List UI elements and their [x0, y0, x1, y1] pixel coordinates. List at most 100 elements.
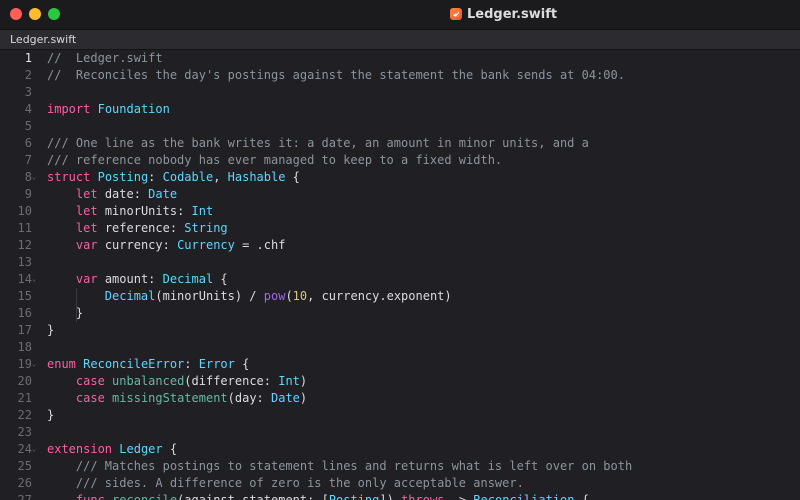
line-number: 20 [17, 374, 32, 388]
line-number: 2 [24, 68, 32, 82]
code-token: : [184, 357, 199, 371]
code-line: let minorUnits: Int [47, 203, 213, 220]
line-number: 3 [24, 85, 32, 99]
code-token: = .chf [234, 238, 286, 252]
minimize-button[interactable] [29, 8, 41, 20]
code-token: ( [285, 289, 293, 303]
code-token: { [234, 357, 250, 371]
fold-chevron-icon[interactable]: ⌄ [32, 271, 38, 288]
line-number: 25 [17, 459, 32, 473]
code-token: , [213, 170, 228, 184]
code-token: Posting [328, 493, 380, 500]
code-line: let date: Date [47, 186, 177, 203]
code-token: ]) [379, 493, 402, 500]
tab-ledger-swift[interactable]: Ledger.swift [0, 30, 86, 49]
line-number: 23 [17, 425, 32, 439]
code-token: : [148, 170, 163, 184]
code-line: /// Matches postings to statement lines … [47, 458, 632, 475]
line-number: 8 [24, 170, 32, 184]
line-number: 6 [24, 136, 32, 150]
code-token: } [47, 408, 55, 422]
code-line: case unbalanced(difference: Int) [47, 373, 307, 390]
code-token: enum [47, 357, 76, 371]
code-token: Int [278, 374, 300, 388]
code-token: // Reconciles the day's postings against… [47, 68, 625, 82]
code-token: ) [299, 374, 308, 388]
code-token: Codable [162, 170, 214, 184]
code-token: let [75, 187, 98, 201]
code-token: struct [47, 170, 91, 184]
source-editor[interactable]: 1 2 3 4 5 6 7 8 ⌄ 9 10 11 12 13 14 ⌄ 15 16 17 18 19 ⌄ 20 21 22 23… [0, 50, 800, 500]
line-number: 19 [17, 357, 32, 371]
swift-file-icon [450, 8, 462, 20]
code-token: } [47, 306, 84, 320]
code-token: // Ledger.swift [47, 51, 163, 65]
code-area[interactable]: // Ledger.swift // Reconciles the day's p… [47, 50, 800, 500]
code-token: , currency.exponent) [307, 289, 452, 303]
fold-chevron-icon[interactable]: ⌄ [32, 356, 38, 373]
code-line: // Reconciles the day's postings against… [47, 67, 625, 84]
line-number: 9 [24, 187, 32, 201]
code-token: case [75, 374, 105, 388]
code-token: missingStatement [112, 391, 228, 405]
code-token: /// Matches postings to statement lines … [47, 459, 633, 473]
code-token: Date [148, 187, 178, 201]
code-token: let [75, 221, 98, 235]
line-number: 27 [17, 493, 32, 500]
code-token: reconcile [112, 493, 178, 500]
zoom-button[interactable] [48, 8, 60, 20]
code-token: unbalanced [112, 374, 185, 388]
code-token: reference: [97, 221, 185, 235]
code-token: Error [198, 357, 235, 371]
code-token: var [75, 238, 98, 252]
code-token: (minorUnits) / [155, 289, 264, 303]
editor-window: Ledger.swift Ledger.swift 1 2 3 4 5 6 7 8 ⌄ 9 10 11… [0, 0, 800, 500]
code-token: case [75, 391, 105, 405]
code-token: currency: [97, 238, 178, 252]
code-line: /// One line as the bank writes it: a da… [47, 135, 589, 152]
code-token: { [213, 272, 228, 286]
tab-bar: Ledger.swift [0, 30, 800, 50]
code-line: /// reference nobody has ever managed to… [47, 152, 502, 169]
code-token: import [47, 102, 91, 116]
code-token: -> [444, 493, 474, 500]
code-token: (against statement: [ [177, 493, 329, 500]
code-token: pow [263, 289, 286, 303]
code-token: func [75, 493, 105, 500]
line-number: 1 [24, 51, 32, 65]
close-button[interactable] [10, 8, 22, 20]
fold-chevron-icon[interactable]: ⌄ [32, 169, 38, 186]
code-token: minorUnits: [97, 204, 192, 218]
line-number: 5 [24, 119, 32, 133]
line-number: 26 [17, 476, 32, 490]
code-token: (day: [227, 391, 271, 405]
code-token: (difference: [184, 374, 279, 388]
code-line: import Foundation [47, 101, 170, 118]
code-token: Ledger [119, 442, 163, 456]
window-title-group: Ledger.swift [450, 5, 557, 23]
code-line: var currency: Currency = .chf [47, 237, 286, 254]
line-number: 18 [17, 340, 32, 354]
line-number: 12 [17, 238, 32, 252]
line-number-gutter: 1 2 3 4 5 6 7 8 ⌄ 9 10 11 12 13 14 ⌄ 15 16 17 18 19 ⌄ 20 21 22 23… [0, 50, 40, 500]
code-token: Posting [97, 170, 149, 184]
fold-chevron-icon[interactable]: ⌄ [32, 441, 38, 458]
code-token: { [285, 170, 300, 184]
code-line: // Ledger.swift [47, 50, 163, 67]
code-token: let [75, 204, 98, 218]
line-number: 21 [17, 391, 32, 405]
code-token: Decimal [162, 272, 214, 286]
code-token: date: [97, 187, 149, 201]
fold-chevron-icon[interactable]: ⌄ [32, 492, 38, 500]
line-number: 17 [17, 323, 32, 337]
code-line: extension Ledger { [47, 441, 177, 458]
